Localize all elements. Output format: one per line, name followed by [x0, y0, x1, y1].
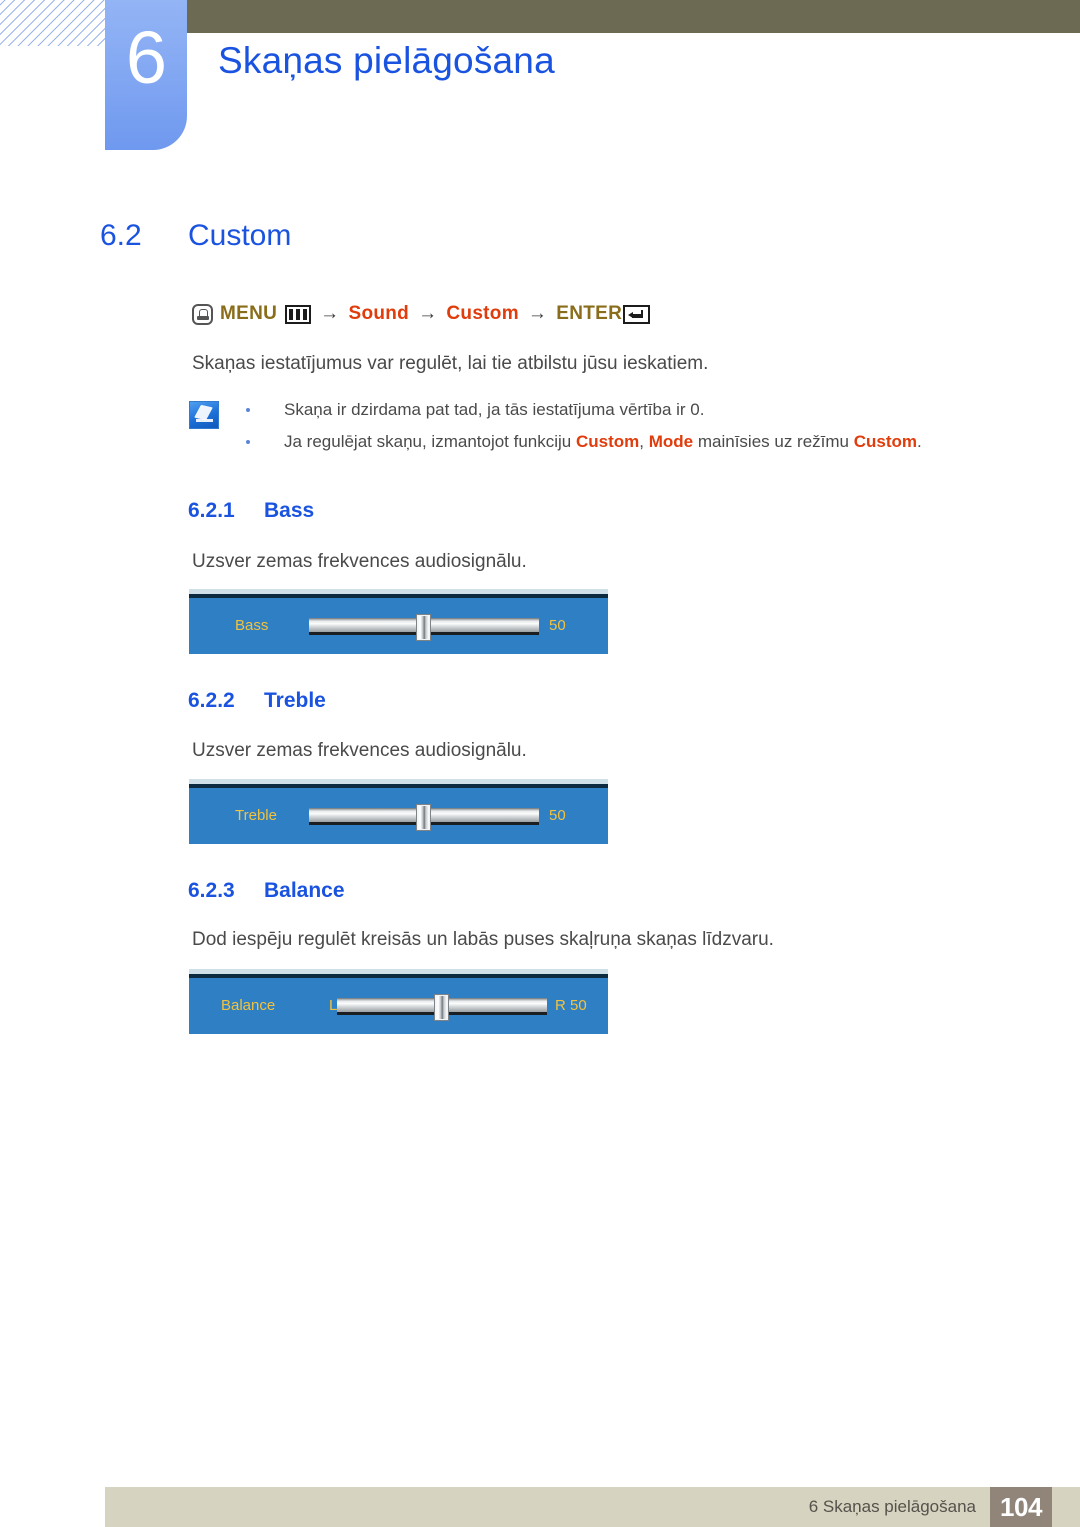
note-text-mid2: mainīsies uz režīmu	[693, 432, 854, 451]
menu-bars-icon	[285, 304, 312, 324]
osd-value-bass: 50	[549, 617, 566, 634]
keyword-custom-2: Custom	[853, 432, 918, 451]
osd-label-treble: Treble	[235, 807, 277, 824]
subsection-number: 6.2.1	[188, 499, 235, 522]
menu-label: MENU	[220, 303, 278, 324]
section-number: 6.2	[100, 219, 142, 252]
note-text-mid: ,	[639, 432, 649, 451]
hand-press-icon	[192, 303, 213, 325]
bullet-dot	[246, 440, 250, 444]
chapter-number: 6	[125, 16, 167, 99]
chapter-title: Skaņas pielāgošana	[218, 40, 555, 81]
slider-handle-balance[interactable]	[435, 994, 448, 1020]
bullet-dot	[246, 408, 250, 412]
manual-page: 6 Skaņas pielāgošana 6.2 Custom MENU → So…	[0, 0, 1080, 1527]
osd-value-treble: 50	[549, 807, 566, 824]
slider-handle-bass[interactable]	[417, 614, 430, 640]
list-item: Skaņa ir dzirdama pat tad, ja tās iestat…	[240, 398, 940, 422]
subsection-heading-balance: 6.2.3 Balance	[188, 878, 345, 904]
enter-return-icon	[623, 304, 651, 324]
intro-text: Skaņas iestatījumus var regulēt, lai tie…	[192, 353, 709, 374]
balance-description: Dod iespēju regulēt kreisās un labās pus…	[192, 929, 774, 950]
osd-label-bass: Bass	[235, 617, 269, 634]
section-heading: 6.2 Custom	[100, 218, 291, 254]
slider-track-balance[interactable]	[337, 994, 547, 1020]
slider-track-treble[interactable]	[309, 804, 539, 830]
list-item: Ja regulējat skaņu, izmantojot funkciju …	[240, 430, 940, 454]
subsection-number: 6.2.2	[188, 689, 235, 712]
path-arrow-2: →	[418, 303, 438, 324]
menu-path: MENU → Sound → Custom → ENTER	[192, 301, 651, 327]
decorative-hatch-pattern	[0, 0, 108, 46]
note-text: Skaņa ir dzirdama pat tad, ja tās iestat…	[284, 400, 705, 419]
note-text-suffix: .	[917, 432, 922, 451]
subsection-title: Balance	[264, 879, 345, 902]
osd-slider-balance[interactable]: Balance L 50 R 50	[189, 974, 608, 1034]
subsection-title: Treble	[264, 689, 326, 712]
osd-label-balance: Balance	[221, 997, 276, 1014]
subsection-number: 6.2.3	[188, 879, 235, 902]
slider-track-bass[interactable]	[309, 614, 539, 640]
section-title: Custom	[188, 219, 292, 252]
keyword-custom: Custom	[576, 432, 640, 451]
chapter-badge: 6	[105, 0, 187, 150]
subsection-heading-bass: 6.2.1 Bass	[188, 498, 314, 524]
osd-slider-bass[interactable]: Bass 50	[189, 594, 608, 654]
note-text: Ja regulējat skaņu, izmantojot funkciju	[284, 432, 576, 451]
osd-right-value: R 50	[555, 997, 587, 1014]
footer-text: 6 Skaņas pielāgošana	[808, 1497, 976, 1516]
path-arrow-3: →	[527, 303, 548, 324]
header-olive-bar	[185, 0, 1080, 33]
note-pencil-icon	[189, 401, 219, 429]
bass-description: Uzsver zemas frekvences audiosignālu.	[192, 551, 527, 572]
page-number: 104	[990, 1487, 1052, 1527]
slider-handle-treble[interactable]	[417, 804, 430, 830]
sound-label: Sound	[348, 303, 410, 324]
custom-label: Custom	[446, 303, 519, 324]
treble-description: Uzsver zemas frekvences audiosignālu.	[192, 740, 527, 761]
subsection-title: Bass	[264, 499, 315, 522]
subsection-heading-treble: 6.2.2 Treble	[188, 688, 326, 714]
osd-slider-treble[interactable]: Treble 50	[189, 784, 608, 844]
enter-label: ENTER	[556, 303, 623, 324]
path-arrow-1: →	[320, 303, 340, 324]
keyword-mode: Mode	[648, 432, 694, 451]
note-list: Skaņa ir dzirdama pat tad, ja tās iestat…	[240, 398, 940, 462]
